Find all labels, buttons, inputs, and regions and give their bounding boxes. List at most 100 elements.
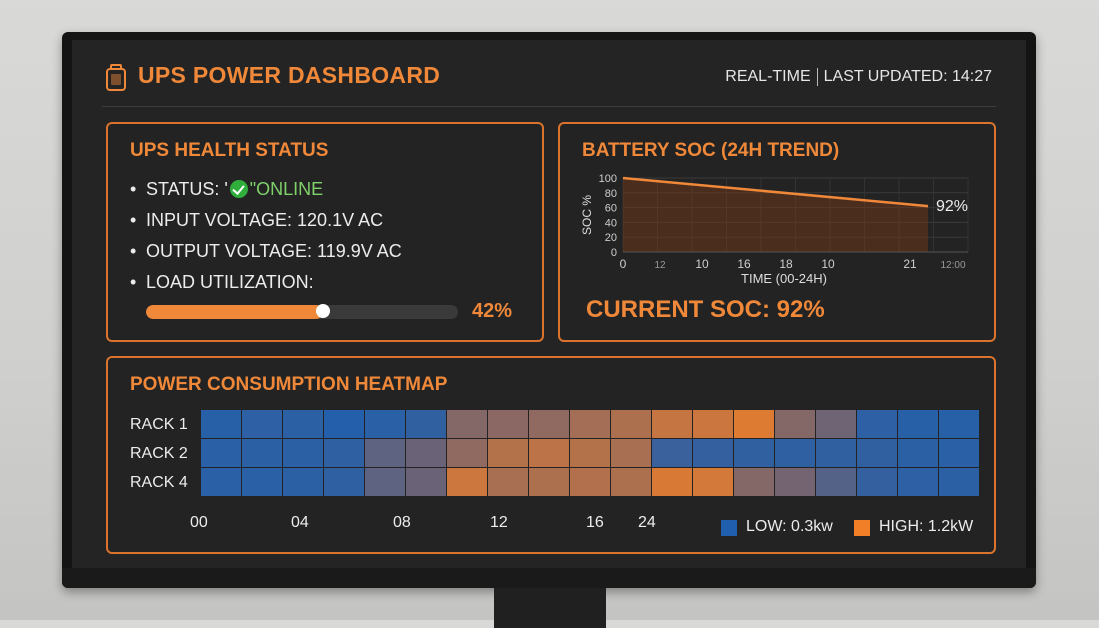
x-axis-label: TIME (00-24H)	[741, 271, 827, 286]
heatmap-cell	[652, 468, 692, 496]
header-divider	[816, 68, 818, 86]
heatmap-cell	[488, 439, 528, 467]
bullet-icon: •	[130, 272, 137, 292]
heatmap-cell	[570, 439, 610, 467]
status-value: "ONLINE	[249, 179, 324, 199]
heatmap-cell	[611, 410, 651, 438]
x-tick-label: 10	[695, 257, 709, 271]
legend-low-swatch	[721, 520, 737, 536]
ups-health-title: UPS HEALTH STATUS	[130, 140, 329, 161]
page-title: UPS POWER DASHBOARD	[138, 62, 441, 88]
battery-icon	[106, 64, 126, 91]
y-tick-label: 80	[605, 188, 617, 200]
last-updated-label: LAST UPDATED: 14:27	[823, 68, 992, 86]
dashboard-header: UPS POWER DASHBOARD REAL-TIME LAST UPDATE…	[72, 40, 1026, 107]
heatmap-cell	[242, 468, 282, 496]
heatmap-cell	[652, 439, 692, 467]
load-utilization-label: LOAD UTILIZATION:	[146, 272, 314, 292]
heatmap-cell	[775, 439, 815, 467]
heatmap-cell	[447, 410, 487, 438]
heatmap-cell	[652, 410, 692, 438]
x-tick-label: 10	[821, 257, 835, 271]
x-tick-label: 12:00	[940, 260, 965, 271]
heatmap-cell	[406, 468, 446, 496]
legend-high-label: HIGH: 1.2kW	[879, 518, 974, 535]
heatmap-cell	[898, 410, 938, 438]
heatmap-cell	[283, 439, 323, 467]
heatmap-cell	[324, 410, 364, 438]
heatmap-row-label: RACK 1	[130, 416, 188, 433]
input-voltage-item: • INPUT VOLTAGE: 120.1V AC	[130, 205, 402, 236]
load-progress-knob	[316, 304, 330, 318]
output-voltage-text: OUTPUT VOLTAGE: 119.9V AC	[146, 241, 402, 261]
heatmap-cell	[939, 468, 979, 496]
heatmap-x-label: 04	[291, 514, 309, 531]
dashboard-screen: UPS POWER DASHBOARD REAL-TIME LAST UPDATE…	[72, 40, 1026, 568]
heatmap-cell	[570, 468, 610, 496]
monitor-stand	[494, 588, 606, 628]
heatmap-cell	[529, 439, 569, 467]
heatmap-cell	[693, 439, 733, 467]
ups-health-panel: UPS HEALTH STATUS • STATUS: ' "ONLINE • INP…	[106, 122, 544, 342]
legend-high-swatch	[854, 520, 870, 536]
header-divider-line	[102, 106, 996, 107]
heatmap-row-label: RACK 4	[130, 474, 188, 491]
y-tick-label: 100	[599, 173, 617, 185]
heatmap-cell	[488, 410, 528, 438]
y-axis-label: SOC %	[580, 195, 594, 235]
current-soc-value: CURRENT SOC: 92%	[586, 296, 825, 323]
heatmap-cell	[488, 468, 528, 496]
heatmap-cell	[816, 439, 856, 467]
heatmap-cell	[734, 439, 774, 467]
heatmap-cell	[529, 468, 569, 496]
heatmap-cell	[734, 410, 774, 438]
heatmap-cell	[611, 439, 651, 467]
heatmap-cell	[201, 439, 241, 467]
heatmap-panel: POWER CONSUMPTION HEATMAP RACK 1 RACK 2 RA…	[106, 356, 996, 554]
heatmap-cell	[898, 468, 938, 496]
load-percent: 42%	[472, 300, 513, 322]
heatmap-cell	[816, 468, 856, 496]
heatmap-cell	[242, 439, 282, 467]
heatmap-cell	[406, 410, 446, 438]
heatmap-cell	[529, 410, 569, 438]
soc-end-label: 92%	[936, 198, 968, 215]
heatmap-cell	[775, 468, 815, 496]
heatmap-cell	[775, 410, 815, 438]
heatmap-cell	[283, 410, 323, 438]
heatmap-cell	[816, 410, 856, 438]
heatmap-cell	[324, 439, 364, 467]
health-list: • STATUS: ' "ONLINE • INPUT VOLTAGE: 120.1V…	[130, 174, 402, 298]
heatmap-cell	[939, 410, 979, 438]
load-utilization-item: • LOAD UTILIZATION:	[130, 267, 402, 298]
x-tick-label: 21	[903, 257, 917, 271]
bullet-icon: •	[130, 241, 137, 261]
y-tick-label: 20	[605, 232, 617, 244]
load-progress-bar	[146, 305, 458, 319]
heatmap-x-label: 12	[490, 514, 508, 531]
check-circle-icon	[229, 180, 248, 198]
heatmap-cell	[734, 468, 774, 496]
status-item: • STATUS: ' "ONLINE	[130, 174, 402, 205]
heatmap-cell	[447, 439, 487, 467]
heatmap-cell	[570, 410, 610, 438]
heatmap-cell	[857, 468, 897, 496]
heatmap-cell	[447, 468, 487, 496]
load-progress-fill	[146, 305, 323, 319]
heatmap-x-label: 08	[393, 514, 411, 531]
heatmap-cell	[611, 468, 651, 496]
heatmap-cell	[324, 468, 364, 496]
heatmap-cell	[857, 439, 897, 467]
battery-soc-panel: BATTERY SOC (24H TREND) 100 80 60 40 20 0 SOC …	[558, 122, 996, 342]
heatmap-cell	[283, 468, 323, 496]
soc-area	[623, 178, 928, 252]
y-tick-label: 60	[605, 203, 617, 215]
x-tick-label: 12	[654, 260, 666, 271]
y-tick-label: 0	[611, 247, 617, 259]
status-label: STATUS: '	[146, 179, 228, 199]
heatmap-title: POWER CONSUMPTION HEATMAP	[130, 374, 448, 395]
heatmap-cell	[693, 410, 733, 438]
bullet-icon: •	[130, 179, 137, 199]
y-tick-label: 40	[605, 217, 617, 229]
x-tick-label: 18	[779, 257, 793, 271]
